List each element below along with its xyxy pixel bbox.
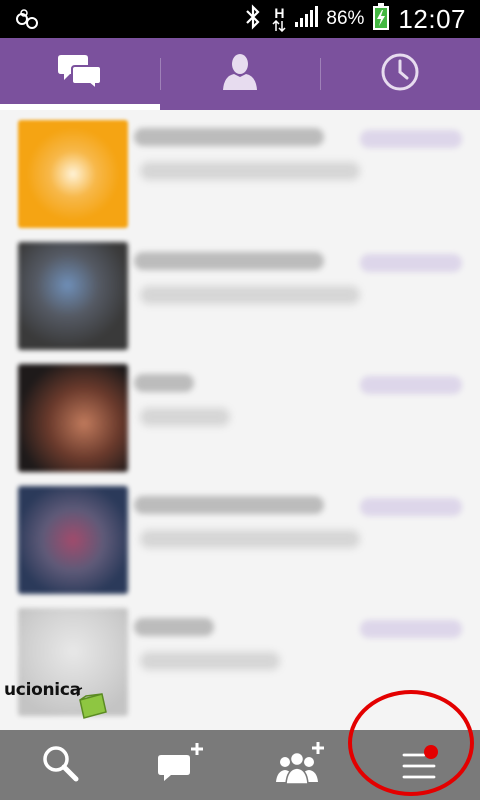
tab-chats[interactable]: [0, 38, 160, 110]
tab-contacts[interactable]: [160, 38, 320, 110]
tab-bar: [0, 38, 480, 110]
signal-icon: [294, 5, 319, 33]
clock-time: 12:07: [398, 3, 466, 34]
clock-icon: [380, 52, 420, 97]
tab-recents[interactable]: [320, 38, 480, 110]
contact-person-icon: [220, 52, 260, 97]
chat-list-item[interactable]: [0, 360, 480, 482]
menu-button[interactable]: [360, 730, 480, 800]
new-message-icon: [155, 741, 205, 790]
message-time: [360, 130, 462, 148]
status-bar: H 86% 12:07: [0, 0, 480, 38]
new-message-button[interactable]: [120, 730, 240, 800]
contact-name: [134, 128, 324, 146]
message-time: [360, 498, 462, 516]
avatar: [18, 486, 128, 594]
network-h-icon: H: [272, 6, 286, 32]
contact-name: [134, 252, 324, 270]
message-time: [360, 376, 462, 394]
search-button[interactable]: [0, 730, 120, 800]
notification-dot: [424, 745, 438, 759]
message-time: [360, 620, 462, 638]
avatar: [18, 242, 128, 350]
contact-name: [134, 496, 324, 514]
message-preview: [140, 530, 360, 548]
bluetooth-icon: [242, 3, 264, 35]
chat-list-item[interactable]: [0, 482, 480, 604]
message-preview: [140, 408, 230, 426]
bottom-action-bar: [0, 730, 480, 800]
message-preview: [140, 286, 360, 304]
contact-name: [134, 618, 214, 636]
network-type-label: H: [274, 5, 285, 21]
add-group-icon: [273, 740, 327, 791]
chat-list-item[interactable]: [0, 238, 480, 360]
watermark: ucionica: [4, 670, 114, 720]
avatar: [18, 120, 128, 228]
avatar: [18, 364, 128, 472]
chat-list[interactable]: [0, 110, 480, 730]
search-icon: [40, 743, 80, 788]
menu-icon: [400, 745, 440, 785]
watermark-text: ucionica: [4, 680, 81, 700]
message-preview: [140, 162, 360, 180]
watermark-logo-icon: [72, 686, 110, 725]
battery-charging-icon: [372, 2, 390, 36]
chat-list-item[interactable]: [0, 116, 480, 238]
message-time: [360, 254, 462, 272]
voicemail-icon: [14, 7, 40, 31]
chat-bubbles-icon: [57, 53, 103, 96]
message-preview: [140, 652, 280, 670]
contact-name: [134, 374, 194, 392]
battery-percent: 86%: [326, 8, 365, 29]
add-group-button[interactable]: [240, 730, 360, 800]
